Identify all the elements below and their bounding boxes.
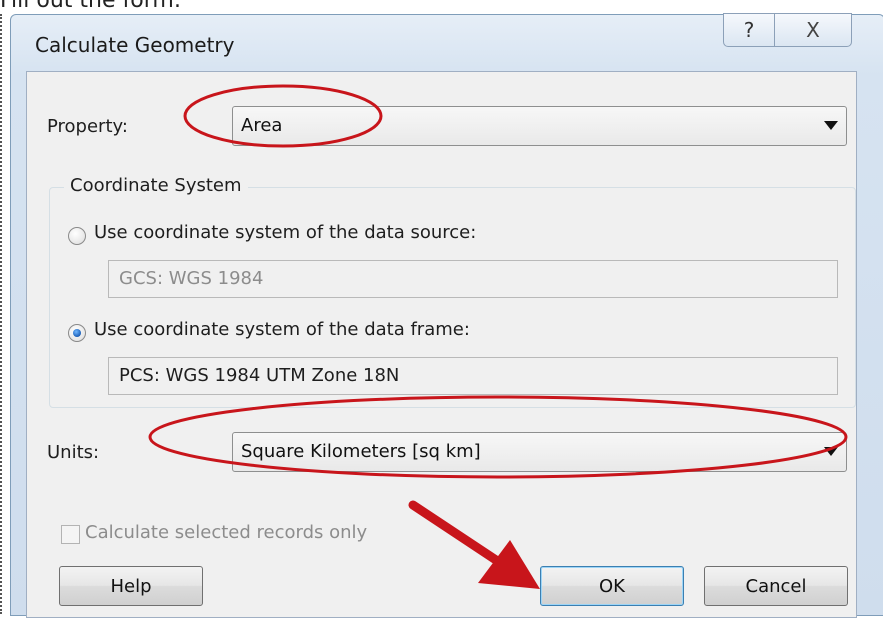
help-button[interactable]: Help (59, 566, 203, 606)
cancel-button-label: Cancel (745, 575, 807, 597)
ok-button[interactable]: OK (540, 566, 684, 606)
title-bar[interactable]: Calculate Geometry ? X (11, 13, 883, 59)
chevron-down-icon (824, 447, 838, 456)
title-help-button[interactable]: ? (723, 13, 775, 47)
selected-records-checkbox[interactable] (61, 525, 80, 544)
cancel-button[interactable]: Cancel (704, 566, 848, 606)
dialog-title: Calculate Geometry (35, 33, 235, 57)
frame-coordinate-field: PCS: WGS 1984 UTM Zone 18N (108, 357, 838, 395)
source-coordinate-value: GCS: WGS 1984 (119, 268, 264, 289)
source-coordinate-field: GCS: WGS 1984 (108, 260, 838, 298)
chevron-down-icon (824, 121, 838, 130)
question-mark-icon: ? (743, 18, 755, 42)
frame-coordinate-radio[interactable] (68, 324, 86, 342)
selection-border (0, 14, 3, 614)
title-close-button[interactable]: X (774, 13, 852, 47)
units-label: Units: (47, 442, 100, 463)
source-coordinate-label[interactable]: Use coordinate system of the data source… (94, 222, 476, 243)
close-icon: X (806, 18, 820, 42)
selected-records-label: Calculate selected records only (85, 522, 368, 543)
property-value: Area (241, 115, 283, 136)
frame-coordinate-label[interactable]: Use coordinate system of the data frame: (94, 319, 470, 340)
coordinate-system-legend: Coordinate System (64, 175, 248, 196)
calculate-geometry-dialog: Calculate Geometry ? X Property: Area Co… (10, 13, 883, 618)
property-dropdown[interactable]: Area (232, 106, 847, 146)
units-dropdown[interactable]: Square Kilometers [sq km] (232, 432, 847, 472)
frame-coordinate-value: PCS: WGS 1984 UTM Zone 18N (119, 365, 400, 386)
property-label: Property: (47, 116, 128, 137)
source-coordinate-radio[interactable] (68, 227, 86, 245)
units-value: Square Kilometers [sq km] (241, 441, 481, 462)
coordinate-system-group: Coordinate System Use coordinate system … (49, 175, 856, 408)
ok-button-label: OK (599, 575, 625, 597)
dialog-body: Property: Area Coordinate System Use coo… (26, 71, 857, 618)
help-button-label: Help (110, 575, 152, 597)
